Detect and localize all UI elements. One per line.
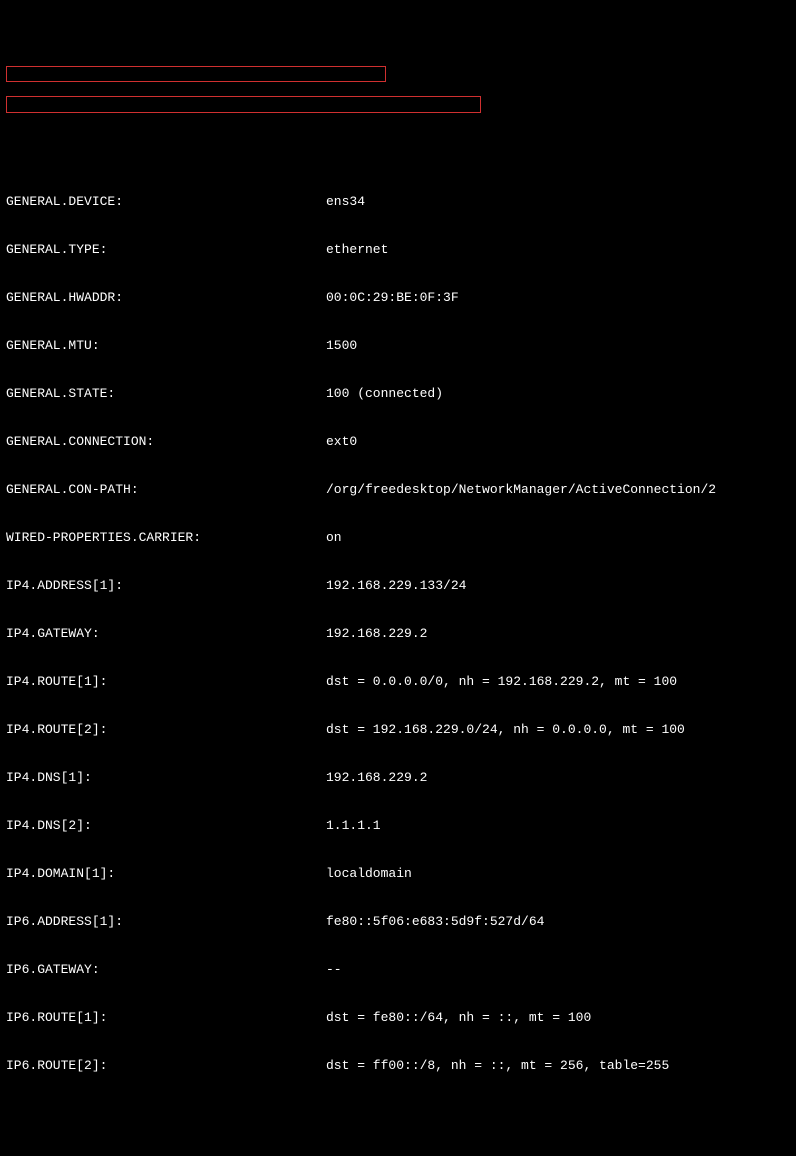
row-general-mtu: GENERAL.MTU:1500: [6, 338, 790, 354]
key: IP6.ADDRESS[1]:: [6, 914, 326, 930]
row-general-connection: GENERAL.CONNECTION:ext0: [6, 434, 790, 450]
key: IP4.GATEWAY:: [6, 626, 326, 642]
key: IP6.GATEWAY:: [6, 962, 326, 978]
row-ip4-domain-1: IP4.DOMAIN[1]:localdomain: [6, 866, 790, 882]
row-ip6-route-2: IP6.ROUTE[2]:dst = ff00::/8, nh = ::, mt…: [6, 1058, 790, 1074]
key: WIRED-PROPERTIES.CARRIER:: [6, 530, 326, 546]
key: IP4.ROUTE[2]:: [6, 722, 326, 738]
val: ext0: [326, 434, 357, 450]
val: 100 (connected): [326, 386, 443, 402]
val: 00:0C:29:BE:0F:3F: [326, 290, 459, 306]
val: --: [326, 962, 342, 978]
key: GENERAL.MTU:: [6, 338, 326, 354]
terminal-output: GENERAL.DEVICE:ens34 GENERAL.TYPE:ethern…: [6, 66, 790, 1156]
val: /org/freedesktop/NetworkManager/ActiveCo…: [326, 482, 716, 498]
key: GENERAL.TYPE:: [6, 242, 326, 258]
val: on: [326, 530, 342, 546]
row-ip4-dns-1: IP4.DNS[1]:192.168.229.2: [6, 770, 790, 786]
key: IP6.ROUTE[1]:: [6, 1010, 326, 1026]
val: dst = 192.168.229.0/24, nh = 0.0.0.0, mt…: [326, 722, 685, 738]
row-general-type: GENERAL.TYPE:ethernet: [6, 242, 790, 258]
highlight-hwaddr-ens34: [6, 96, 481, 113]
row-general-con-path: GENERAL.CON-PATH:/org/freedesktop/Networ…: [6, 482, 790, 498]
key: GENERAL.HWADDR:: [6, 290, 326, 306]
row-general-state: GENERAL.STATE:100 (connected): [6, 386, 790, 402]
val: 1.1.1.1: [326, 818, 381, 834]
key: IP4.DOMAIN[1]:: [6, 866, 326, 882]
highlight-device-ens34: [6, 66, 386, 82]
row-general-device: GENERAL.DEVICE:ens34: [6, 194, 790, 210]
val: dst = ff00::/8, nh = ::, mt = 256, table…: [326, 1058, 669, 1074]
row-ip4-dns-2: IP4.DNS[2]:1.1.1.1: [6, 818, 790, 834]
val: 192.168.229.133/24: [326, 578, 466, 594]
row-ip6-route-1: IP6.ROUTE[1]:dst = fe80::/64, nh = ::, m…: [6, 1010, 790, 1026]
val: 1500: [326, 338, 357, 354]
key: IP6.ROUTE[2]:: [6, 1058, 326, 1074]
row-general-hwaddr: GENERAL.HWADDR:00:0C:29:BE:0F:3F: [6, 290, 790, 306]
device-block-ens34: GENERAL.DEVICE:ens34 GENERAL.TYPE:ethern…: [6, 162, 790, 1106]
row-wired-carrier: WIRED-PROPERTIES.CARRIER:on: [6, 530, 790, 546]
key: IP4.ROUTE[1]:: [6, 674, 326, 690]
val: ethernet: [326, 242, 388, 258]
val: 192.168.229.2: [326, 770, 427, 786]
blank-separator: [6, 1154, 790, 1156]
row-ip4-gateway: IP4.GATEWAY:192.168.229.2: [6, 626, 790, 642]
row-ip4-route-1: IP4.ROUTE[1]:dst = 0.0.0.0/0, nh = 192.1…: [6, 674, 790, 690]
row-ip4-address-1: IP4.ADDRESS[1]:192.168.229.133/24: [6, 578, 790, 594]
val: 192.168.229.2: [326, 626, 427, 642]
key: GENERAL.CONNECTION:: [6, 434, 326, 450]
val: localdomain: [326, 866, 412, 882]
key: GENERAL.CON-PATH:: [6, 482, 326, 498]
val: dst = 0.0.0.0/0, nh = 192.168.229.2, mt …: [326, 674, 677, 690]
val: ens34: [326, 194, 365, 210]
val: fe80::5f06:e683:5d9f:527d/64: [326, 914, 544, 930]
key: GENERAL.STATE:: [6, 386, 326, 402]
key: IP4.DNS[2]:: [6, 818, 326, 834]
key: IP4.DNS[1]:: [6, 770, 326, 786]
key: IP4.ADDRESS[1]:: [6, 578, 326, 594]
key: GENERAL.DEVICE:: [6, 194, 326, 210]
val: dst = fe80::/64, nh = ::, mt = 100: [326, 1010, 591, 1026]
row-ip4-route-2: IP4.ROUTE[2]:dst = 192.168.229.0/24, nh …: [6, 722, 790, 738]
row-ip6-gateway: IP6.GATEWAY:--: [6, 962, 790, 978]
row-ip6-address-1: IP6.ADDRESS[1]:fe80::5f06:e683:5d9f:527d…: [6, 914, 790, 930]
